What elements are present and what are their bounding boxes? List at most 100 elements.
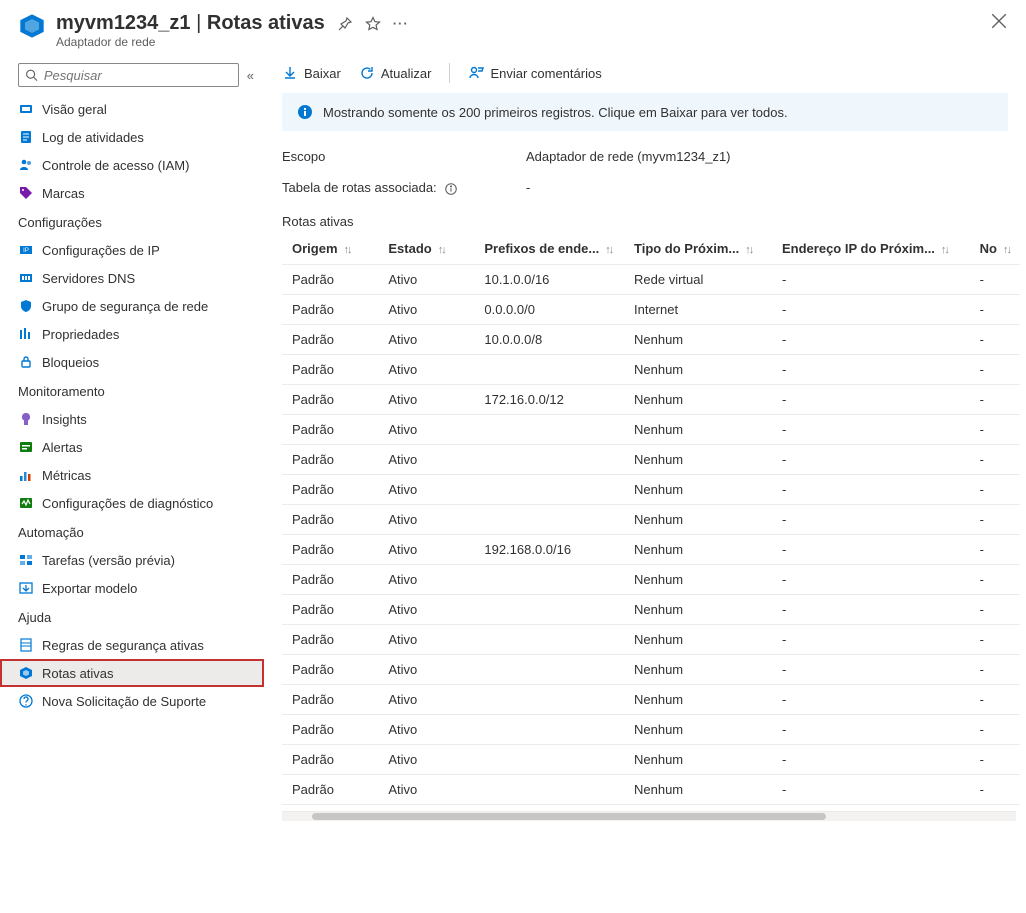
table-row[interactable]: PadrãoAtivoNenhum-- (282, 354, 1020, 384)
sidebar-item-propriedades[interactable]: Propriedades (0, 320, 264, 348)
table-row[interactable]: PadrãoAtivoNenhum-- (282, 414, 1020, 444)
sidebar-item-insights[interactable]: Insights (0, 405, 264, 433)
sidebar-item-bloqueios[interactable]: Bloqueios (0, 348, 264, 376)
sidebar-item-label: Grupo de segurança de rede (42, 299, 208, 314)
sidebar-section-title: Automação (0, 517, 264, 546)
table-row[interactable]: PadrãoAtivo0.0.0.0/0Internet-- (282, 294, 1020, 324)
download-button[interactable]: Baixar (282, 65, 341, 81)
sidebar-item-nova-solicita-o-de-suporte[interactable]: Nova Solicitação de Suporte (0, 687, 264, 715)
sidebar-item-label: Marcas (42, 186, 85, 201)
sidebar-item-marcas[interactable]: Marcas (0, 179, 264, 207)
cell-hop_ip: - (772, 564, 970, 594)
search-input[interactable] (18, 63, 239, 87)
table-row[interactable]: PadrãoAtivoNenhum-- (282, 504, 1020, 534)
sort-icon[interactable]: ↑↓ (344, 244, 351, 256)
column-header[interactable]: Estado↑↓ (378, 233, 474, 265)
blade-header: myvm1234_z1 | Rotas ativas ··· Adaptador… (0, 0, 1026, 53)
table-row[interactable]: PadrãoAtivoNenhum-- (282, 654, 1020, 684)
collapse-sidebar-icon[interactable]: « (247, 68, 254, 83)
sidebar-item-configura-es-de-diagn-stico[interactable]: Configurações de diagnóstico (0, 489, 264, 517)
sidebar-item-tarefas-vers-o-pr-via-[interactable]: Tarefas (versão prévia) (0, 546, 264, 574)
cell-extra: - (970, 324, 1020, 354)
sidebar-section-title: Ajuda (0, 602, 264, 631)
horizontal-scrollbar[interactable] (282, 811, 1016, 821)
cell-hop_ip: - (772, 444, 970, 474)
favorite-icon[interactable] (365, 16, 381, 32)
sidebar-item-label: Regras de segurança ativas (42, 638, 204, 653)
page-title: myvm1234_z1 | Rotas ativas (56, 12, 325, 35)
bulb-icon (18, 411, 34, 427)
column-header[interactable]: Origem↑↓ (282, 233, 378, 265)
cell-hop_type: Nenhum (624, 474, 772, 504)
column-header[interactable]: No↑↓ (970, 233, 1020, 265)
cell-state: Ativo (378, 714, 474, 744)
table-row[interactable]: PadrãoAtivoNenhum-- (282, 744, 1020, 774)
sort-icon[interactable]: ↑↓ (438, 244, 445, 256)
table-row[interactable]: PadrãoAtivoNenhum-- (282, 714, 1020, 744)
cell-origin: Padrão (282, 564, 378, 594)
cell-hop_ip: - (772, 594, 970, 624)
sidebar-item-servidores-dns[interactable]: Servidores DNS (0, 264, 264, 292)
table-row[interactable]: PadrãoAtivo10.1.0.0/16Rede virtual-- (282, 264, 1020, 294)
feedback-button[interactable]: Enviar comentários (468, 65, 601, 81)
table-row[interactable]: PadrãoAtivoNenhum-- (282, 444, 1020, 474)
sidebar-item-configura-es-de-ip[interactable]: IPConfigurações de IP (0, 236, 264, 264)
sidebar-item-label: Propriedades (42, 327, 119, 342)
refresh-button[interactable]: Atualizar (359, 65, 432, 81)
table-row[interactable]: PadrãoAtivo192.168.0.0/16Nenhum-- (282, 534, 1020, 564)
ip-icon: IP (18, 242, 34, 258)
info-icon[interactable] (444, 182, 458, 196)
table-row[interactable]: PadrãoAtivoNenhum-- (282, 594, 1020, 624)
table-row[interactable]: PadrãoAtivo172.16.0.0/12Nenhum-- (282, 384, 1020, 414)
cell-origin: Padrão (282, 504, 378, 534)
sidebar-item-regras-de-seguran-a-ativas[interactable]: Regras de segurança ativas (0, 631, 264, 659)
table-row[interactable]: PadrãoAtivoNenhum-- (282, 624, 1020, 654)
table-row[interactable]: PadrãoAtivo10.0.0.0/8Nenhum-- (282, 324, 1020, 354)
cell-extra: - (970, 564, 1020, 594)
cell-extra: - (970, 684, 1020, 714)
cell-state: Ativo (378, 774, 474, 804)
cell-state: Ativo (378, 564, 474, 594)
table-row[interactable]: PadrãoAtivoNenhum-- (282, 774, 1020, 804)
cell-state: Ativo (378, 504, 474, 534)
cell-extra: - (970, 354, 1020, 384)
close-icon[interactable] (990, 12, 1008, 30)
table-row[interactable]: PadrãoAtivoNenhum-- (282, 684, 1020, 714)
sidebar-item-rotas-ativas[interactable]: Rotas ativas (0, 659, 264, 687)
sidebar-item-grupo-de-seguran-a-de-rede[interactable]: Grupo de segurança de rede (0, 292, 264, 320)
table-row[interactable]: PadrãoAtivoNenhum-- (282, 564, 1020, 594)
sidebar-item-controle-de-acesso-iam-[interactable]: Controle de acesso (IAM) (0, 151, 264, 179)
sidebar-item-m-tricas[interactable]: Métricas (0, 461, 264, 489)
cell-hop_ip: - (772, 264, 970, 294)
support-icon (18, 693, 34, 709)
sidebar-item-log-de-atividades[interactable]: Log de atividades (0, 123, 264, 151)
sort-icon[interactable]: ↑↓ (1003, 244, 1010, 256)
sort-icon[interactable]: ↑↓ (941, 244, 948, 256)
cell-prefix (474, 354, 624, 384)
cell-origin: Padrão (282, 264, 378, 294)
sidebar-item-label: Nova Solicitação de Suporte (42, 694, 206, 709)
cell-state: Ativo (378, 384, 474, 414)
more-icon[interactable]: ··· (393, 16, 409, 32)
column-header[interactable]: Prefixos de ende...↑↓ (474, 233, 624, 265)
pin-icon[interactable] (337, 16, 353, 32)
table-row[interactable]: PadrãoAtivoNenhum-- (282, 474, 1020, 504)
sidebar-item-vis-o-geral[interactable]: Visão geral (0, 95, 264, 123)
properties-icon (18, 326, 34, 342)
cell-hop_ip: - (772, 624, 970, 654)
sidebar-item-label: Controle de acesso (IAM) (42, 158, 189, 173)
cell-origin: Padrão (282, 354, 378, 384)
cell-extra: - (970, 774, 1020, 804)
search-icon (25, 68, 38, 82)
cell-hop_type: Nenhum (624, 744, 772, 774)
sort-icon[interactable]: ↑↓ (605, 244, 612, 256)
sidebar-item-exportar-modelo[interactable]: Exportar modelo (0, 574, 264, 602)
lock-icon (18, 354, 34, 370)
cell-prefix (474, 624, 624, 654)
sidebar-item-alertas[interactable]: Alertas (0, 433, 264, 461)
cell-prefix (474, 474, 624, 504)
sort-icon[interactable]: ↑↓ (745, 244, 752, 256)
cell-hop_type: Nenhum (624, 564, 772, 594)
column-header[interactable]: Tipo do Próxim...↑↓ (624, 233, 772, 265)
column-header[interactable]: Endereço IP do Próxim...↑↓ (772, 233, 970, 265)
